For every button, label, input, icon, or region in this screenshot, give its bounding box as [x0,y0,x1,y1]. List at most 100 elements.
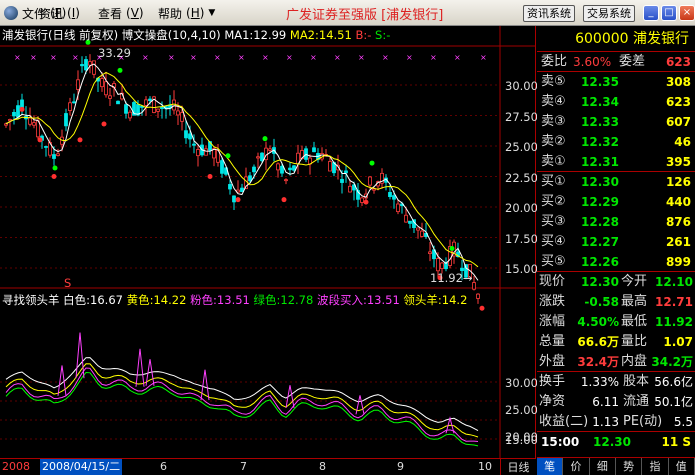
weibi-value: 3.60% [573,55,612,69]
fin-value: 50.1亿 [654,395,693,409]
price-tick: 27.50 [505,110,538,124]
stat-label: 涨幅 [539,314,566,329]
order-level-label: 卖③ [541,114,566,129]
stat-label: 今开 [621,274,648,289]
stat-label: 最低 [621,314,648,329]
quote-panel: 600000 浦发银行 委比 3.60% 委差 623 卖⑤ 12.35 308 卖④… [537,26,695,475]
order-price: 12.26 [581,255,619,269]
svg-text:×: × [30,53,37,62]
fin-value: 1.13 [592,415,619,429]
stat-row: 涨幅 4.50% 最低 11.92 [537,312,695,332]
sell-order-row: 卖④ 12.34 623 [537,92,695,112]
lower-yellow-value: 黄色:14.22 [126,293,187,307]
date-tick: 10 [478,460,492,473]
date-cursor: 2008/04/15/二 [40,459,123,475]
stat-value: 11.92 [655,315,693,329]
svg-text:×: × [14,53,21,62]
stat-value: -0.58 [584,295,619,309]
sell-orders: 卖⑤ 12.35 308 卖④ 12.34 623 卖③ 12.33 607 卖② 12.32 46 卖… [537,72,695,172]
order-level-label: 卖④ [541,94,566,109]
svg-text:×: × [142,53,149,62]
order-price: 12.35 [581,75,619,89]
panel-tab[interactable]: 价 [563,458,590,475]
panel-tab[interactable]: 势 [616,458,643,475]
tick-volume: 11 S [661,435,691,449]
chart-stock-name: 浦发银行(日线 前复权) [2,28,119,42]
svg-text:×: × [406,53,413,62]
chevron-down-icon: ▼ [208,8,216,18]
stat-value: 12.10 [655,275,693,289]
order-level-label: 卖② [541,134,566,149]
panel-tab[interactable]: 细 [590,458,616,475]
main-chart-info: 浦发银行(日线 前复权) 博文操盘(10,4,10) MA1:12.99 MA2… [2,27,390,43]
financial-stats: 换手 1.33% 股本 56.6亿 净资 6.11 流通 50.1亿 收益(二) 1.13 PE(动… [537,372,695,432]
menu-info[interactable]: 资讯 (I) [39,5,80,21]
s-marker: S [64,276,72,290]
weicha-label: 委差 [619,54,646,69]
order-volume: 623 [665,95,691,109]
stat-value: 34.2万 [651,355,693,369]
lower-pink-value: 粉色:13.51 [190,293,250,307]
svg-text:×: × [310,53,317,62]
fin-label: 流通 [623,394,650,409]
ma2-value: MA2:14.51 [289,28,352,42]
weibi-label: 委比 [541,54,568,69]
date-tick: 6 [160,460,167,473]
stat-value: 12.30 [581,275,619,289]
stat-row: 涨跌 -0.58 最高 12.71 [537,292,695,312]
order-volume: 308 [665,75,691,89]
stat-label: 量比 [621,334,648,349]
buy-order-row: 买① 12.30 126 [537,172,695,192]
order-volume: 876 [665,215,691,229]
stock-name: 浦发银行 [633,31,689,47]
stat-value: 32.4万 [577,355,619,369]
weibi-row: 委比 3.60% 委差 623 [537,52,695,72]
lower-indicator-name: 寻找领头羊 [2,293,60,307]
svg-text:×: × [262,53,269,62]
tab-daily[interactable]: 日线 [500,459,536,475]
svg-text:×: × [382,53,389,62]
close-icon[interactable]: × [679,5,695,21]
fin-label: 净资 [539,394,566,409]
trade-system-button[interactable]: 交易系统 [583,5,635,22]
panel-tab[interactable]: 值 [669,458,695,475]
price-tick: 22.50 [505,171,538,185]
svg-text:×: × [334,53,341,62]
sell-order-row: 卖② 12.32 46 [537,132,695,152]
date-tick: 8 [319,460,326,473]
fin-label: 股本 [623,374,650,389]
minimize-icon[interactable]: _ [643,5,659,21]
order-level-label: 卖⑤ [541,74,566,89]
order-volume: 395 [665,155,691,169]
info-system-button[interactable]: 资讯系统 [523,5,575,22]
price-tick: 20.00 [505,201,538,215]
panel-tabs: 笔价细势指值 [537,457,695,475]
order-volume: 126 [665,175,691,189]
svg-text:×: × [480,53,487,62]
date-axis: 2008 2008/04/15/二 6 7 8 9 10 [0,458,536,475]
buy-order-row: 买③ 12.28 876 [537,212,695,232]
fin-label: PE(动) [623,414,663,429]
lower-tick: 25.00 [505,403,538,417]
sell-order-row: 卖⑤ 12.35 308 [537,72,695,92]
order-price: 12.29 [581,195,619,209]
maximize-icon[interactable]: □ [661,5,677,21]
date-prefix: 2008 [2,460,30,473]
menu-help[interactable]: 帮助 (H) ▼ [158,5,215,21]
menu-info-label: 资讯 [39,6,64,21]
buy-order-row: 买② 12.29 440 [537,192,695,212]
high-price-label: 33.29 [98,46,131,60]
fin-value: 56.6亿 [654,375,693,389]
kline-chart-area[interactable]: × × × × × × × × × × × × × × × × × × × × × 浦发银行(日线 前复权) 博文操盘(… [0,26,538,458]
date-tick: 7 [240,460,247,473]
stat-label: 内盘 [621,354,648,369]
ma1-value: MA1:12.99 [224,28,287,42]
order-volume: 607 [665,115,691,129]
panel-tab[interactable]: 指 [642,458,669,475]
weicha-value: 623 [665,55,691,69]
menu-view[interactable]: 查看 (V) [98,5,144,21]
svg-text:×: × [168,53,175,62]
panel-tab[interactable]: 笔 [537,458,564,475]
stat-label: 总量 [539,334,566,349]
order-price: 12.27 [581,235,619,249]
